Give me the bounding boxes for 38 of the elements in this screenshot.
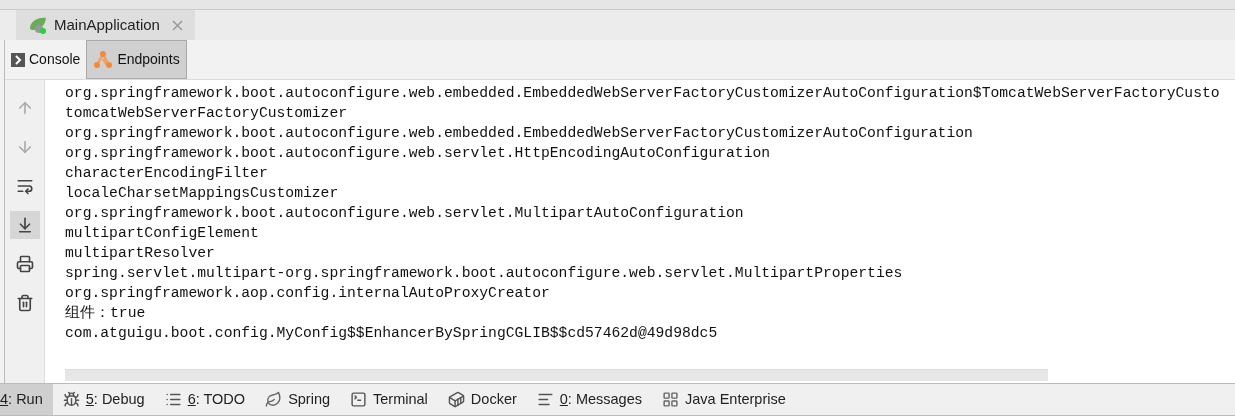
tool-window-tab[interactable]: 5: Debug	[52, 384, 155, 415]
terminal-icon	[350, 391, 368, 408]
console-line: multipartResolver	[65, 244, 215, 263]
console-line: org.springframework.boot.autoconfigure.web.embedded.EmbeddedWebServerFactoryCustomizerAutoConfiguration$TomcatWebServerFactoryCusto	[65, 84, 1220, 103]
horizontal-scrollbar[interactable]	[65, 369, 1048, 381]
run-tab-title: MainApplication	[54, 14, 160, 35]
console-line: localeCharsetMappingsCustomizer	[65, 184, 339, 203]
list-icon	[164, 391, 182, 408]
view-tab[interactable]: Endpoints	[86, 40, 187, 79]
console-line: tomcatWebServerFactoryCustomizer	[65, 104, 348, 123]
console-icon	[11, 52, 25, 67]
trash-icon	[15, 294, 34, 312]
console-line: multipartConfigElement	[65, 224, 259, 243]
tool-window-tab[interactable]: Spring	[255, 384, 341, 415]
console-line: org.springframework.aop.config.internalAutoProxyCreator	[65, 284, 550, 303]
console-line: characterEncodingFilter	[65, 164, 268, 183]
console-line: org.springframework.boot.autoconfigure.web.embedded.EmbeddedWebServerFactoryCustomizerAutoConfiguration	[65, 124, 973, 143]
bug-icon	[62, 391, 80, 408]
leaf-icon	[265, 391, 283, 408]
scroll-to-end-button[interactable]	[9, 211, 40, 239]
console-line: org.springframework.boot.autoconfigure.web.servlet.MultipartAutoConfiguration	[65, 204, 744, 223]
tool-window-tab[interactable]: 0: Messages	[526, 384, 652, 415]
console-line: com.atguigu.boot.config.MyConfig$$EnhancerBySpringCGLIB$$cd57462d@49d98dc5	[65, 324, 718, 343]
tool-window-tab[interactable]: Terminal	[340, 384, 438, 415]
endpoints-icon	[93, 49, 114, 70]
tool-window-tab[interactable]: Docker	[437, 384, 527, 415]
console-line: org.springframework.boot.autoconfigure.web.servlet.HttpEncodingAutoConfiguration	[65, 144, 771, 163]
console-line: 组件：true	[65, 304, 146, 323]
tool-window-tab[interactable]: 6: TODO	[154, 384, 256, 415]
grid-icon	[662, 391, 679, 408]
tool-window-tab[interactable]: Java Enterprise	[652, 384, 796, 415]
messages-icon	[536, 391, 554, 408]
printer-icon	[15, 255, 34, 273]
console-line: spring.servlet.multipart-org.springframework.boot.autoconfigure.web.servlet.MultipartProperties	[65, 264, 903, 283]
tool-window-tab[interactable]: 4: Run	[0, 384, 53, 415]
view-tab[interactable]: Console	[5, 40, 87, 79]
run-tab[interactable]: MainApplication	[16, 10, 195, 40]
wrap-icon	[15, 177, 34, 195]
